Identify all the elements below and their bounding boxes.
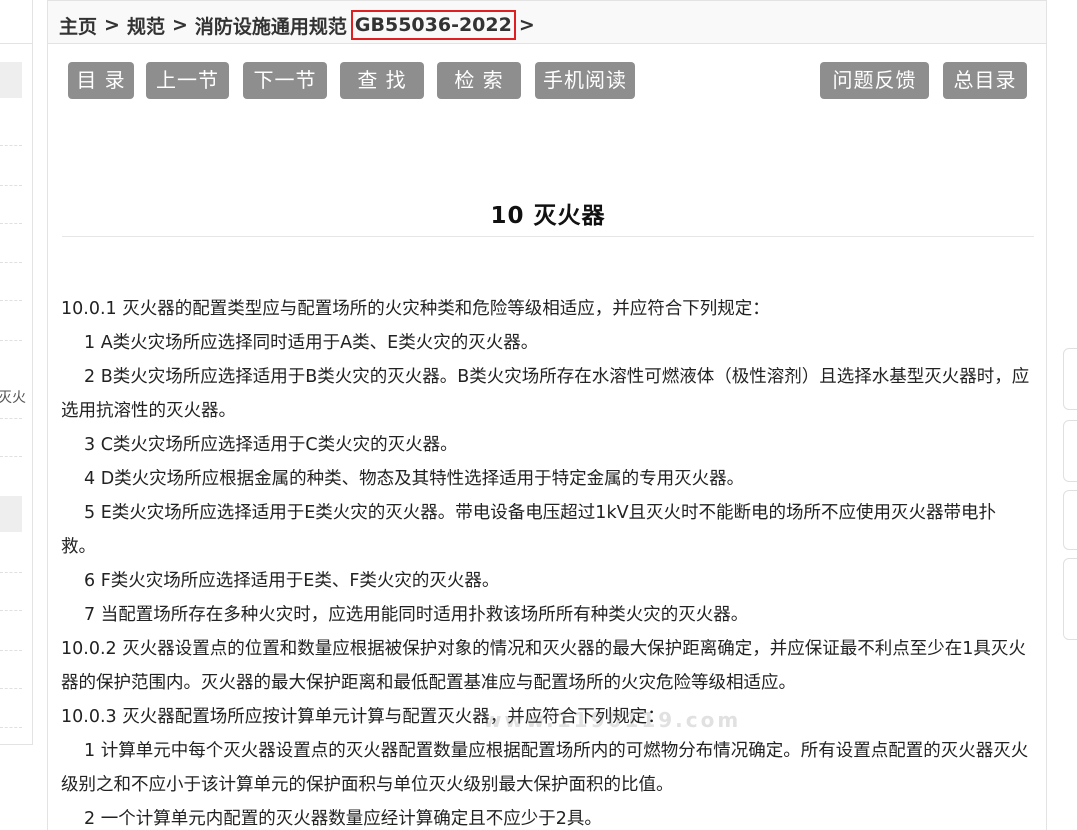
sidebar-divider <box>0 650 22 651</box>
search-button[interactable]: 检 索 <box>437 62 521 99</box>
title-divider <box>62 236 1034 237</box>
breadcrumb-separator: > <box>104 14 120 36</box>
clause-item: 2 B类火灾场所应选择适用于B类火灾的灭火器。B类火灾场所存在水溶性可燃液体（极… <box>61 367 1030 421</box>
breadcrumb: 主页 > 规范 > 消防设施通用规范 GB55036-2022 > <box>59 10 542 40</box>
clause-item: 5 E类火灾场所应选择适用于E类火灾的灭火器。带电设备电压超过1kV且灭火时不能… <box>61 503 997 557</box>
side-float-tab[interactable] <box>1063 490 1077 550</box>
left-sidebar: 灭火 <box>0 0 33 745</box>
breadcrumb-home-link[interactable]: 主页 <box>59 12 97 39</box>
next-section-button[interactable]: 下一节 <box>243 62 327 99</box>
breadcrumb-bar: 主页 > 规范 > 消防设施通用规范 GB55036-2022 > <box>48 0 1046 44</box>
clause-paragraph: 10.0.3 灭火器配置场所应按计算单元计算与配置灭火器，并应符合下列规定： <box>61 707 665 727</box>
sidebar-divider <box>0 688 22 689</box>
sidebar-divider <box>0 145 22 146</box>
toolbar: 目 录 上一节 下一节 查 找 检 索 手机阅读 问题反馈 总目录 <box>68 62 1030 99</box>
main-panel: 主页 > 规范 > 消防设施通用规范 GB55036-2022 > 目 录 上一… <box>47 0 1047 830</box>
sidebar-divider <box>0 572 22 573</box>
sidebar-divider <box>0 418 22 419</box>
breadcrumb-category-link[interactable]: 消防设施通用规范 <box>195 12 347 39</box>
sidebar-item-highlight[interactable] <box>0 496 22 532</box>
clause-item: 7 当配置场所存在多种火灾时，应选用能同时适用扑救该场所所有种类火灾的灭火器。 <box>84 605 749 625</box>
master-toc-button[interactable]: 总目录 <box>943 62 1027 99</box>
find-button[interactable]: 查 找 <box>340 62 424 99</box>
clause-item: 1 A类火灾场所应选择同时适用于A类、E类火灾的灭火器。 <box>84 333 539 353</box>
clause-paragraph: 10.0.1 灭火器的配置类型应与配置场所的火灾种类和危险等级相适应，并应符合下… <box>61 299 770 319</box>
breadcrumb-separator: > <box>518 14 535 36</box>
clause-item: 1 计算单元中每个灭火器设置点的灭火器配置数量应根据配置场所内的可燃物分布情况确… <box>61 741 1029 795</box>
toc-button[interactable]: 目 录 <box>68 62 134 99</box>
side-float-tab[interactable] <box>1063 348 1077 410</box>
standard-content: 10.0.1 灭火器的配置类型应与配置场所的火灾种类和危险等级相适应，并应符合下… <box>61 292 1031 830</box>
prev-section-button[interactable]: 上一节 <box>146 62 229 99</box>
breadcrumb-separator: > <box>171 14 188 36</box>
clause-item: 2 一个计算单元内配置的灭火器数量应经计算确定且不应少于2具。 <box>84 809 602 829</box>
sidebar-divider <box>0 610 22 611</box>
sidebar-divider <box>0 223 22 224</box>
sidebar-divider <box>0 340 22 341</box>
sidebar-header <box>0 0 32 44</box>
mobile-read-button[interactable]: 手机阅读 <box>535 62 635 99</box>
side-float-tab[interactable] <box>1063 558 1077 640</box>
clause-item: 6 F类火灾场所应选择适用于E类、F类火灾的灭火器。 <box>84 571 500 591</box>
clause-paragraph: 10.0.2 灭火器设置点的位置和数量应根据被保护对象的情况和灭火器的最大保护距… <box>61 639 1026 693</box>
sidebar-divider <box>0 262 22 263</box>
page: 灭火 主页 > 规范 > 消防设施通用规范 GB55036-2022 > 目 录… <box>0 0 1077 830</box>
breadcrumb-code-link[interactable]: GB55036-2022 <box>350 10 516 40</box>
sidebar-item-label[interactable]: 灭火 <box>0 387 26 407</box>
clause-item: 3 C类火灾场所应选择适用于C类火灾的灭火器。 <box>84 435 458 455</box>
side-float-tab[interactable] <box>1063 420 1077 482</box>
feedback-button[interactable]: 问题反馈 <box>820 62 929 99</box>
chapter-title: 10 灭火器 <box>490 203 606 229</box>
sidebar-divider <box>0 727 22 728</box>
sidebar-item-active[interactable] <box>0 62 22 98</box>
sidebar-divider <box>0 300 22 301</box>
sidebar-divider <box>0 456 22 457</box>
clause-item: 4 D类火灾场所应根据金属的种类、物态及其特性选择适用于特定金属的专用灭火器。 <box>84 469 745 489</box>
sidebar-divider <box>0 185 22 186</box>
breadcrumb-standards-link[interactable]: 规范 <box>127 12 165 39</box>
